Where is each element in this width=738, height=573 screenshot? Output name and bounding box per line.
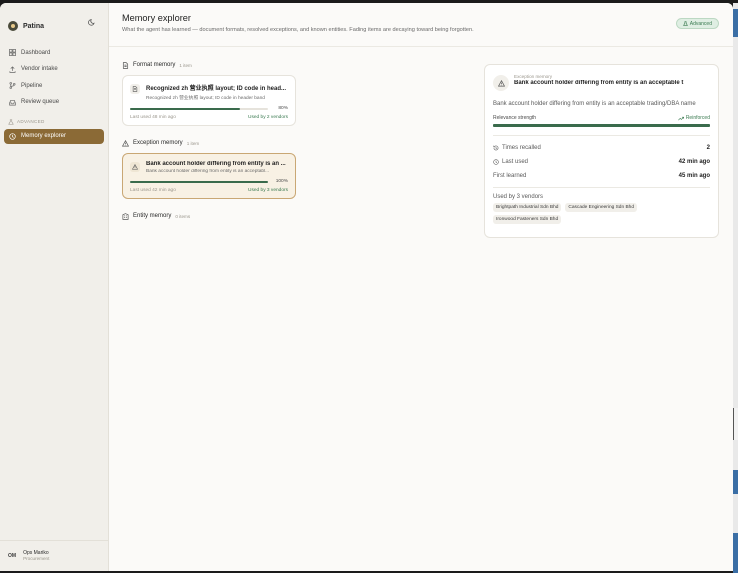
sidebar-section-advanced: ADVANCED [8, 118, 108, 126]
strength-bar [130, 107, 268, 110]
exception-memory-count: 1 item [186, 140, 200, 146]
strength-percent: 100% [275, 179, 288, 184]
history-icon [493, 145, 499, 151]
sidebar-item-memory-explorer[interactable]: Memory explorer [4, 128, 104, 144]
memory-list: Format memory 1 item Recognized zh 营业执照 … [121, 60, 296, 221]
relevance-label: Relevance strength [493, 115, 537, 121]
used-by-link[interactable]: Used by 2 vendors [248, 115, 288, 120]
format-memory-card[interactable]: Recognized zh 营业执照 layout; ID code in he… [122, 75, 296, 126]
detail-kind: Exception memory [514, 74, 553, 79]
sidebar-item-vendor-intake[interactable]: Vendor intake [4, 62, 104, 77]
sidebar-item-pipeline[interactable]: Pipeline [4, 78, 104, 93]
memory-detail-panel: Exception memory Bank account holder dif… [484, 64, 719, 238]
avatar: OM [8, 553, 17, 559]
strength-bar-fill [130, 180, 268, 183]
upload-icon [8, 65, 16, 73]
divider [493, 187, 710, 188]
clock-icon [493, 159, 499, 165]
last-used: Last used 42 min ago [130, 188, 176, 193]
relevance-status: Reinforced [677, 115, 710, 121]
page-title: Memory explorer [122, 13, 191, 23]
format-memory-header: Format memory 1 item [122, 60, 296, 70]
vendor-chip[interactable]: Ironwood Fasteners Sdn Bhd [493, 215, 562, 224]
sidebar-item-label: Vendor intake [21, 66, 58, 72]
vendor-chip[interactable]: Brightpath Industrial Sdn Bhd [493, 203, 562, 212]
inbox-icon [8, 98, 16, 106]
warning-icon [493, 75, 509, 91]
flask-icon [8, 118, 14, 125]
sidebar-item-review-queue[interactable]: Review queue [4, 95, 104, 110]
grid-icon [8, 49, 16, 57]
last-used: Last used 48 min ago [130, 115, 176, 120]
user-role: Procurement [23, 556, 50, 561]
sidebar-nav: Dashboard Vendor intake Pipeline Review … [0, 45, 108, 144]
relevance-bar [493, 124, 710, 127]
exception-memory-header: Exception memory 1 item [121, 138, 296, 148]
card-description: Recognized zh 营业执照 layout; ID code in he… [146, 96, 265, 101]
strength-bar-fill [130, 107, 241, 110]
flask-icon [682, 21, 688, 26]
exception-memory-card[interactable]: Bank account holder differing from entit… [122, 153, 296, 199]
sidebar-item-label: Memory explorer [21, 133, 67, 139]
divider [493, 135, 710, 136]
card-description: Bank account holder differing from entit… [146, 169, 270, 174]
card-title: Bank account holder differing from entit… [146, 161, 286, 167]
used-by-link[interactable]: Used by 3 vendors [248, 188, 288, 193]
warning-icon [121, 139, 130, 147]
trend-up-icon [677, 116, 684, 121]
entity-memory-count: 0 items [175, 213, 191, 219]
vendor-chip[interactable]: Cascade Engineering Sdn Bhd [565, 203, 638, 212]
main-content: Memory explorer What the agent has learn… [109, 3, 733, 571]
stat-times-recalled: Times recalled 2 [493, 141, 710, 155]
page-header: Memory explorer What the agent has learn… [109, 3, 733, 47]
user-profile[interactable]: OM Ops Mariko Procurement [0, 540, 108, 571]
app-window: Patina Dashboard Vendor intake Pipeline … [0, 3, 733, 571]
vendors-label: Used by 3 vendors [493, 194, 544, 200]
adjacent-window-edge [733, 3, 738, 573]
app-name: Patina [23, 22, 45, 30]
stat-last-used: Last used 42 min ago [493, 155, 710, 169]
sidebar-item-dashboard[interactable]: Dashboard [4, 45, 104, 60]
detail-title: Bank account holder differing from entit… [514, 80, 684, 86]
brand[interactable]: Patina [0, 13, 108, 39]
card-title: Recognized zh 营业执照 layout; ID code in he… [146, 86, 287, 92]
advanced-badge: Advanced [675, 18, 719, 29]
moon-icon[interactable] [88, 18, 96, 26]
strength-percent: 80% [278, 106, 288, 111]
format-memory-count: 1 item [179, 62, 192, 68]
strength-bar [130, 180, 268, 183]
document-icon [130, 84, 140, 94]
stat-first-learned: First learned 45 min ago [493, 173, 710, 179]
page-subtitle: What the agent has learned — document fo… [122, 27, 474, 33]
entity-memory-header: Entity memory 0 items [122, 211, 296, 221]
patina-logo-icon [8, 21, 18, 31]
branch-icon [8, 82, 16, 90]
memory-icon [8, 132, 16, 140]
document-icon [122, 61, 129, 69]
building-icon [122, 212, 129, 220]
sidebar: Patina Dashboard Vendor intake Pipeline … [0, 3, 109, 571]
vendor-chips: Brightpath Industrial Sdn Bhd Cascade En… [493, 203, 710, 227]
sidebar-item-label: Dashboard [21, 49, 51, 56]
sidebar-item-label: Review queue [21, 99, 60, 105]
warning-icon [130, 162, 140, 172]
detail-description: Bank account holder differing from entit… [493, 101, 696, 107]
sidebar-item-label: Pipeline [21, 82, 43, 89]
relevance-bar-fill [493, 124, 710, 127]
